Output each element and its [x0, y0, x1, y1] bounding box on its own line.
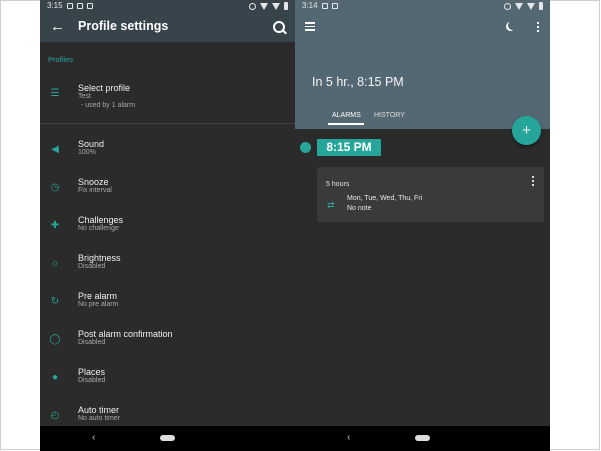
nav-home-button[interactable]	[415, 435, 430, 441]
alarm-card[interactable]: 5 hours ⇄ Mon, Tue, Wed, Thu, Fri No not…	[317, 167, 544, 222]
timer-icon: ◴	[50, 410, 60, 421]
status-time: 3:15	[47, 1, 63, 10]
shield-icon: ◯	[49, 334, 61, 345]
alert-icon	[332, 3, 338, 9]
setting-subtitle-secondary: - used by 1 alarm	[81, 102, 136, 109]
alarm-options-icon[interactable]	[532, 176, 534, 188]
nav-home-button[interactable]	[160, 435, 175, 441]
setting-title: Auto timer	[78, 405, 120, 415]
alert-icon	[87, 3, 93, 9]
battery-icon	[539, 2, 543, 10]
status-bar: 3:15	[40, 0, 295, 12]
battery-icon	[284, 2, 288, 10]
section-header-profiles: Profiles	[48, 55, 74, 64]
page-title: Profile settings	[78, 19, 169, 33]
setting-title: Post alarm confirmation	[78, 329, 173, 339]
setting-subtitle: No challenge	[78, 225, 119, 232]
active-tab-indicator	[328, 123, 364, 125]
notification-icon	[67, 3, 73, 9]
status-time: 3:14	[302, 1, 318, 10]
divider	[40, 123, 295, 124]
tab-history[interactable]: HISTORY	[374, 112, 405, 119]
setting-title: Pre alarm	[78, 291, 118, 301]
navigation-bar: ‹	[295, 426, 550, 451]
setting-select-profile[interactable]: ☰ Select profile Test - used by 1 alarm	[40, 80, 295, 118]
tab-alarms[interactable]: ALARMS	[332, 112, 361, 119]
tune-icon: ☰	[50, 88, 60, 99]
nav-back-icon[interactable]: ‹	[347, 432, 350, 443]
search-icon[interactable]	[273, 21, 285, 33]
alarm-status-icon	[504, 2, 511, 10]
puzzle-icon: ✚	[50, 220, 60, 231]
app-bar: ← Profile settings	[40, 12, 295, 42]
volume-icon: ◀	[51, 144, 59, 155]
setting-subtitle: Disabled	[78, 377, 106, 384]
laptop-icon	[322, 3, 328, 9]
setting-subtitle: Disabled	[78, 263, 106, 270]
setting-title: Select profile	[78, 83, 131, 93]
signal-icon	[527, 2, 535, 10]
setting-subtitle: No pre alarm	[78, 301, 119, 308]
setting-title: Sound	[78, 139, 105, 149]
setting-title: Challenges	[78, 215, 124, 225]
setting-subtitle: Disabled	[78, 339, 106, 346]
add-alarm-button[interactable]: +	[512, 116, 541, 145]
setting-sound[interactable]: ◀ Sound 100%	[40, 136, 295, 174]
setting-post-alarm-confirmation[interactable]: ◯ Post alarm confirmation Disabled	[40, 326, 295, 364]
alarms-header: In 5 hr., 8:15 PM ALARMS HISTORY	[295, 12, 550, 129]
setting-challenges[interactable]: ✚ Challenges No challenge	[40, 212, 295, 250]
alarm-time-chip[interactable]: 8:15 PM	[317, 139, 381, 156]
navigation-bar: ‹	[40, 426, 295, 451]
setting-subtitle: 100%	[78, 149, 96, 156]
brightness-icon: ☼	[50, 258, 60, 269]
nav-back-icon[interactable]: ‹	[92, 432, 95, 443]
alarm-status-icon	[249, 2, 256, 10]
signal-icon	[272, 2, 280, 10]
night-mode-icon[interactable]	[508, 21, 517, 30]
status-bar: 3:14	[295, 0, 550, 12]
alarm-repeat-days: Mon, Tue, Wed, Thu, Fri	[347, 195, 423, 202]
wifi-icon	[515, 2, 523, 10]
profile-settings-screen: 3:15 ← Profile settings Profiles ☰ Selec…	[40, 0, 295, 451]
place-icon: ●	[51, 372, 59, 383]
alarm-enabled-indicator[interactable]	[300, 142, 311, 153]
more-options-icon[interactable]	[537, 22, 539, 34]
alarms-screen: 3:14 In 5 hr., 8:15 PM ALARMS HISTORY + …	[295, 0, 550, 451]
repeat-icon: ⇄	[327, 200, 335, 210]
setting-subtitle: Test	[78, 93, 91, 100]
setting-snooze[interactable]: ◷ Snooze Fix interval	[40, 174, 295, 212]
setting-subtitle: No auto timer	[78, 415, 121, 422]
back-arrow-icon[interactable]: ←	[50, 19, 66, 35]
wifi-icon	[260, 2, 268, 10]
setting-places[interactable]: ● Places Disabled	[40, 364, 295, 402]
setting-brightness[interactable]: ☼ Brightness Disabled	[40, 250, 295, 288]
menu-icon[interactable]	[305, 22, 315, 33]
setting-title: Places	[78, 367, 106, 377]
setting-pre-alarm[interactable]: ↻ Pre alarm No pre alarm	[40, 288, 295, 326]
laptop-icon	[77, 3, 83, 9]
setting-title: Snooze	[78, 177, 109, 187]
next-alarm-countdown: In 5 hr., 8:15 PM	[312, 75, 404, 89]
alarm-note: No note	[347, 205, 372, 212]
snooze-icon: ◷	[50, 182, 60, 193]
setting-title: Brightness	[78, 253, 121, 263]
history-icon: ↻	[50, 296, 60, 307]
setting-subtitle: Fix interval	[78, 187, 112, 194]
alarm-relative-time: 5 hours	[326, 181, 350, 188]
